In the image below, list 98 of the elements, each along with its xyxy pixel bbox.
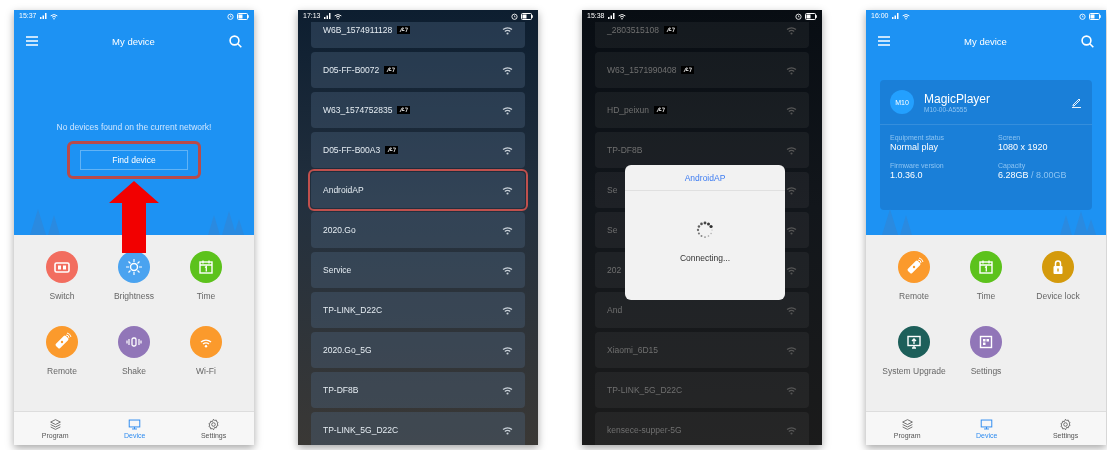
tool-button[interactable]: Remote xyxy=(878,251,950,302)
layers-icon xyxy=(900,418,914,431)
wifi-icon xyxy=(786,305,797,315)
wifi-icon xyxy=(502,185,513,195)
wifi-icon xyxy=(786,385,797,395)
screen-title: My device xyxy=(112,35,155,47)
alarm-clock-icon xyxy=(227,12,234,20)
wifi-icon xyxy=(502,25,513,35)
signal-icon xyxy=(323,13,331,19)
menu-icon[interactable] xyxy=(878,36,890,46)
wifi-icon xyxy=(333,12,342,20)
network-name[interactable]: 2020.Go xyxy=(323,225,356,235)
network-name[interactable]: TP-LINK_5G_D22C xyxy=(323,425,399,435)
wifi-icon xyxy=(786,105,797,115)
pencil-icon[interactable] xyxy=(1071,96,1082,108)
tool-button[interactable]: Remote xyxy=(26,326,98,377)
network-name[interactable]: W63_1571990408 xyxy=(607,65,677,75)
stat-value: 1.0.36.0 xyxy=(890,170,923,180)
tool-button[interactable]: System Upgrade xyxy=(878,326,950,377)
tool-button[interactable]: Shake xyxy=(98,326,170,377)
wifi-icon xyxy=(502,105,513,115)
network-name[interactable]: Se xyxy=(607,185,618,195)
settings-icon xyxy=(207,418,221,431)
search-icon[interactable] xyxy=(229,34,242,48)
network-name[interactable]: 202 xyxy=(607,265,622,275)
wifi-icon xyxy=(502,65,513,75)
wifi-icon xyxy=(502,225,513,235)
settings-icon xyxy=(1059,418,1073,431)
pointer-arrow xyxy=(109,181,159,253)
trees-drawing xyxy=(208,211,244,235)
battery-icon xyxy=(805,12,817,20)
network-name[interactable]: Service xyxy=(323,265,352,275)
wifi-icon xyxy=(786,225,797,235)
screen-title: My device xyxy=(964,35,1007,47)
stat-value: 6.28GB xyxy=(998,170,1029,180)
dialog-title: AndroidAP xyxy=(684,172,726,185)
wifi-icon xyxy=(786,65,797,75)
wifi-icon xyxy=(49,12,58,20)
empty-message: No devices found on the current network! xyxy=(56,122,212,132)
device-name: MagicPlayer xyxy=(924,91,992,106)
stat-total: / 8.00GB xyxy=(1030,170,1067,180)
signal-icon xyxy=(39,13,47,19)
network-name[interactable]: And xyxy=(607,305,623,315)
network-name[interactable]: kensece-supper-5G xyxy=(607,425,682,435)
wifi-icon xyxy=(502,425,513,435)
wifi-icon xyxy=(786,145,797,155)
network-name[interactable]: TP-LINK_D22C xyxy=(323,305,383,315)
tool-button[interactable]: Wi-Fi xyxy=(170,326,242,377)
network-name[interactable]: Se xyxy=(607,225,618,235)
tool-button[interactable]: Switch xyxy=(26,251,98,302)
wifi-icon xyxy=(617,12,626,20)
network-name[interactable]: Xiaomi_6D15 xyxy=(607,345,659,355)
menu-icon[interactable] xyxy=(26,36,38,46)
network-name[interactable]: TP-LINK_5G_D22C xyxy=(607,385,683,395)
wifi-icon xyxy=(502,385,513,395)
tool-button[interactable]: Settings xyxy=(950,326,1022,377)
wifi-icon xyxy=(502,145,513,155)
trees-drawing xyxy=(1060,211,1096,235)
find-device-button[interactable]: Find device xyxy=(80,150,188,170)
wifi-icon xyxy=(786,185,797,195)
wifi-icon xyxy=(502,265,513,275)
network-name[interactable]: TP-DF8B xyxy=(323,385,359,395)
tool-button[interactable]: Time xyxy=(170,251,242,302)
alarm-clock-icon xyxy=(1079,12,1086,20)
wifi-icon xyxy=(786,265,797,275)
network-name[interactable]: HD_peixun xyxy=(607,105,650,115)
tool-button[interactable]: Brightness xyxy=(98,251,170,302)
network-name[interactable]: W63_1574752835 xyxy=(323,105,393,115)
monitor-icon xyxy=(128,418,142,431)
tool-button[interactable]: Time xyxy=(950,251,1022,302)
signal-icon xyxy=(891,13,899,19)
battery-icon xyxy=(237,12,249,20)
stat-value: Normal play xyxy=(890,142,938,152)
wifi-icon xyxy=(786,345,797,355)
signal-icon xyxy=(607,13,615,19)
wifi-icon xyxy=(502,305,513,315)
network-name[interactable]: W6B_1574911128 xyxy=(323,25,393,35)
network-name[interactable]: TP-DF8B xyxy=(607,145,643,155)
battery-icon xyxy=(1089,12,1101,20)
network-name[interactable]: _2803515108 xyxy=(607,25,659,35)
network-name[interactable]: D05-FF-B0072 xyxy=(323,65,380,75)
monitor-icon xyxy=(980,418,994,431)
stat-value: 1080 x 1920 xyxy=(998,142,1048,152)
network-name[interactable]: 2020.Go_5G xyxy=(323,345,372,355)
network-name[interactable]: D05-FF-B00A3 xyxy=(323,145,381,155)
tool-button[interactable]: Device lock xyxy=(1022,251,1094,302)
wifi-icon xyxy=(502,345,513,355)
wifi-icon xyxy=(901,12,910,20)
layers-icon xyxy=(48,418,62,431)
spinner-icon xyxy=(696,221,714,239)
search-icon[interactable] xyxy=(1081,34,1094,48)
dialog-message: Connecting... xyxy=(679,253,731,263)
network-name[interactable]: AndroidAP xyxy=(323,185,364,195)
alarm-clock-icon xyxy=(511,12,518,20)
wifi-icon xyxy=(786,425,797,435)
wifi-icon xyxy=(786,25,797,35)
battery-icon xyxy=(521,12,533,20)
alarm-clock-icon xyxy=(795,12,802,20)
